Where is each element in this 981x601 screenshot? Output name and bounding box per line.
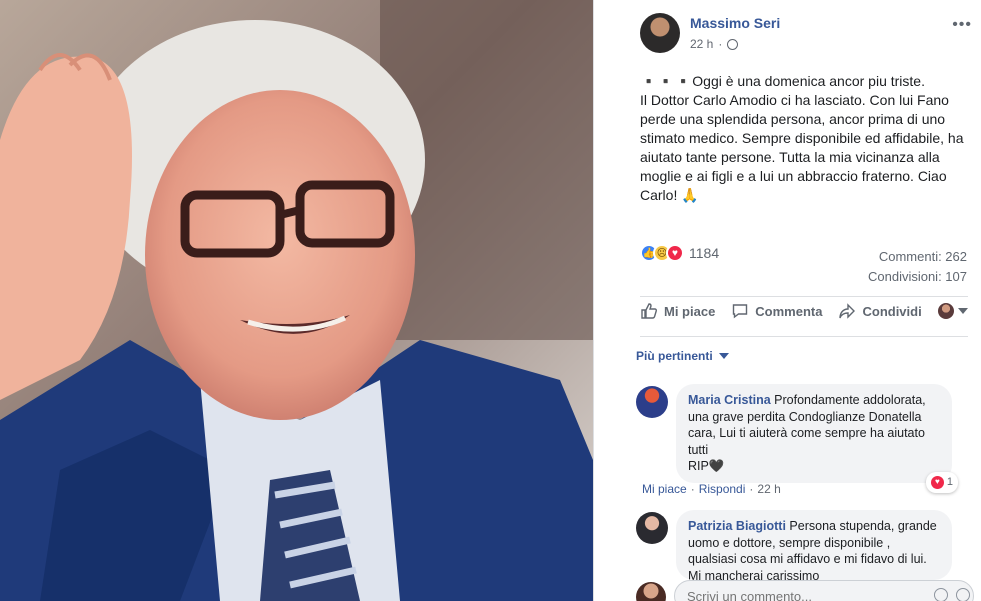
commenter-name[interactable]: Maria Cristina [688, 393, 771, 407]
post-text: ▪️▪️▪️Oggi è una domenica ancor piu tris… [640, 73, 964, 203]
emoji-icon[interactable] [934, 588, 948, 601]
comment-bubble: Patrizia Biagiotti Persona stupenda, gra… [676, 510, 952, 580]
heart-icon: ♥ [930, 475, 944, 489]
viewer-avatar [636, 582, 666, 601]
comment-reply-link[interactable]: Rispondi [699, 482, 746, 496]
share-icon [838, 302, 856, 320]
divider [640, 296, 968, 297]
post-timestamp[interactable]: 22 h [690, 37, 713, 51]
comment-input[interactable] [674, 580, 974, 601]
comment-actions: Mi piace · Rispondi · 22 h [642, 482, 781, 496]
love-reaction-icon: ♥ [666, 244, 684, 262]
chevron-down-icon [958, 308, 968, 314]
commenter-avatar[interactable] [636, 386, 668, 418]
reaction-count: 1184 [689, 245, 720, 261]
post-panel: Massimo Seri 22 h · ••• ▪️▪️▪️Oggi è una… [593, 0, 981, 601]
viewer-avatar [938, 303, 954, 319]
photo-illustration [0, 0, 593, 601]
comment-composer [636, 580, 974, 601]
divider [640, 336, 968, 337]
author-name[interactable]: Massimo Seri [690, 15, 780, 31]
comment-reaction-count: 1 [946, 476, 953, 488]
chevron-down-icon [718, 353, 729, 359]
post-meta: 22 h · [690, 37, 739, 51]
commenter-avatar[interactable] [636, 512, 668, 544]
comment-button-label: Commenta [755, 303, 823, 319]
separator-dot: · [749, 482, 754, 496]
globe-icon [727, 38, 739, 50]
more-icon[interactable]: ••• [952, 16, 972, 34]
comment-like-link[interactable]: Mi piace [642, 482, 687, 496]
post-photo[interactable] [0, 0, 593, 601]
comment-timestamp[interactable]: 22 h [757, 482, 780, 496]
camera-icon[interactable] [956, 588, 970, 601]
comment-reactions[interactable]: ♥ 1 [925, 472, 958, 493]
commenter-name[interactable]: Patrizia Biagiotti [688, 519, 786, 533]
engagement-counts: Commenti: 262 Condivisioni: 107 [868, 247, 967, 287]
shares-count[interactable]: Condivisioni: 107 [868, 267, 967, 287]
comment-icon [731, 302, 749, 320]
separator-dot: · [690, 482, 695, 496]
like-button-label: Mi piace [664, 303, 716, 319]
comment-button[interactable]: Commenta [731, 302, 822, 320]
comment-filter[interactable]: Più pertinenti [636, 349, 729, 363]
audience-selector[interactable] [938, 303, 968, 319]
comments-count[interactable]: Commenti: 262 [868, 247, 967, 267]
thumbs-up-icon [640, 302, 658, 320]
post-header: Massimo Seri 22 h · ••• [640, 10, 978, 58]
like-button[interactable]: Mi piace [640, 302, 715, 320]
separator-dot: · [718, 37, 723, 51]
author-avatar[interactable] [640, 13, 680, 53]
share-button-label: Condividi [862, 303, 922, 319]
comment-bubble: Maria Cristina Profondamente addolorata,… [676, 384, 958, 493]
composer-icons [934, 588, 970, 601]
post-actions: Mi piace Commenta Condividi [640, 302, 968, 320]
reaction-summary[interactable]: 👍 ☹ ♥ 1184 [640, 244, 719, 262]
comment-filter-label: Più pertinenti [636, 349, 713, 363]
share-button[interactable]: Condividi [838, 302, 922, 320]
